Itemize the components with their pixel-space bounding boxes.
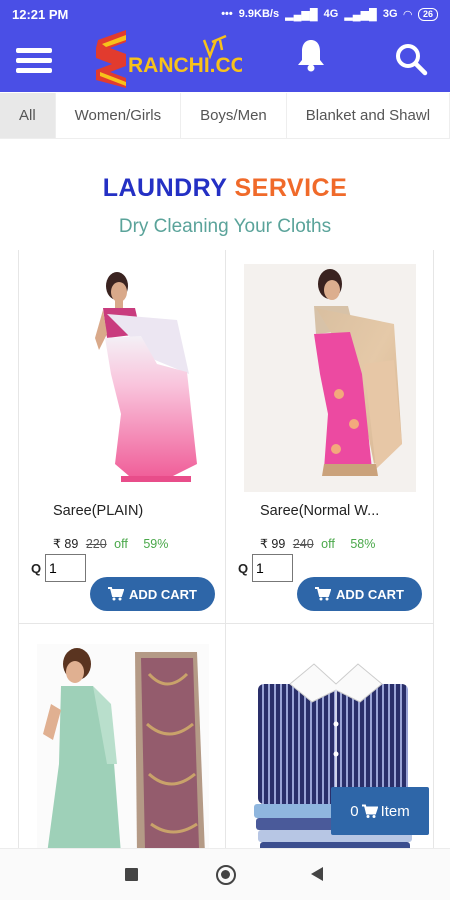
status-bar: 12:21 PM ••• 9.9KB/s ▂▄▆█ 4G ▂▄▆█ 3G ◠ 2… <box>0 0 450 28</box>
menu-icon[interactable] <box>16 44 52 76</box>
status-time: 12:21 PM <box>12 6 69 22</box>
product-card[interactable] <box>18 624 226 864</box>
product-prices: ₹ 99 240 off 58% <box>260 536 375 551</box>
product-off-label: off <box>114 537 128 551</box>
back-icon[interactable] <box>311 867 323 881</box>
quantity-label: Q <box>238 561 249 576</box>
product-name: Saree(Normal W... <box>260 503 380 519</box>
network-type-2: 3G <box>382 8 398 20</box>
quantity-input[interactable] <box>252 554 293 582</box>
tab-women-girls[interactable]: Women/Girls <box>56 93 182 138</box>
product-price: ₹ 99 <box>260 537 286 551</box>
search-icon[interactable] <box>394 42 428 76</box>
cart-label: Item <box>380 802 410 820</box>
tab-boys-men[interactable]: Boys/Men <box>181 93 287 138</box>
category-tabs: All Women/Girls Boys/Men Blanket and Sha… <box>0 93 450 139</box>
network-speed: 9.9KB/s <box>238 8 280 20</box>
app-bar: RANCHI.COM <box>0 28 450 92</box>
signal-icon-2: ▂▄▆█ <box>344 8 377 21</box>
wifi-icon: ◠ <box>403 8 412 21</box>
tab-blanket-shawl[interactable]: Blanket and Shawl <box>287 93 450 138</box>
dots-icon: ••• <box>221 8 233 20</box>
section-title: LAUNDRY SERVICE <box>0 174 450 203</box>
product-off-label: off <box>321 537 335 551</box>
home-icon[interactable] <box>216 865 236 885</box>
quantity-label: Q <box>31 561 42 576</box>
add-cart-button[interactable]: ADD CART <box>90 577 215 611</box>
cart-icon <box>315 587 332 601</box>
product-image-saree-plain[interactable] <box>37 264 209 492</box>
status-indicators: ••• 9.9KB/s ▂▄▆█ 4G ▂▄▆█ 3G ◠ 26 <box>221 7 438 21</box>
section-subtitle: Dry Cleaning Your Cloths <box>118 216 332 237</box>
add-cart-label: ADD CART <box>129 586 197 602</box>
product-mrp: 240 <box>292 537 314 551</box>
product-price: ₹ 89 <box>53 537 79 551</box>
svg-text:RANCHI.COM: RANCHI.COM <box>128 54 242 77</box>
signal-icon: ▂▄▆█ <box>285 8 318 21</box>
ranchi-logo[interactable]: RANCHI.COM <box>92 30 242 90</box>
product-grid: Saree(PLAIN) ₹ 89 220 off 59% Q ADD CART <box>18 250 434 864</box>
title-laundry: LAUNDRY <box>102 174 228 202</box>
product-card[interactable]: Saree(Normal W... ₹ 99 240 off 58% Q ADD… <box>226 250 434 624</box>
cart-count: 0 <box>350 802 359 820</box>
product-card[interactable]: Saree(PLAIN) ₹ 89 220 off 59% Q ADD CART <box>18 250 226 624</box>
product-image-saree-green[interactable] <box>37 644 209 854</box>
cart-icon <box>108 587 125 601</box>
product-image-saree-normal[interactable] <box>244 264 416 492</box>
product-prices: ₹ 89 220 off 59% <box>53 536 168 551</box>
cart-items-button[interactable]: 0 Item <box>331 787 429 835</box>
add-cart-label: ADD CART <box>336 586 404 602</box>
product-discount: 58% <box>350 537 376 551</box>
quantity-input[interactable] <box>45 554 86 582</box>
system-nav-bar <box>0 848 450 900</box>
cart-icon <box>361 804 378 818</box>
battery-icon: 26 <box>417 7 438 21</box>
product-name: Saree(PLAIN) <box>53 503 144 519</box>
title-service: SERVICE <box>234 174 348 202</box>
bell-icon[interactable] <box>294 36 328 76</box>
recents-icon[interactable] <box>125 868 138 881</box>
product-discount: 59% <box>143 537 169 551</box>
network-type-1: 4G <box>323 8 339 20</box>
product-mrp: 220 <box>85 537 107 551</box>
add-cart-button[interactable]: ADD CART <box>297 577 422 611</box>
tab-all[interactable]: All <box>0 93 56 138</box>
